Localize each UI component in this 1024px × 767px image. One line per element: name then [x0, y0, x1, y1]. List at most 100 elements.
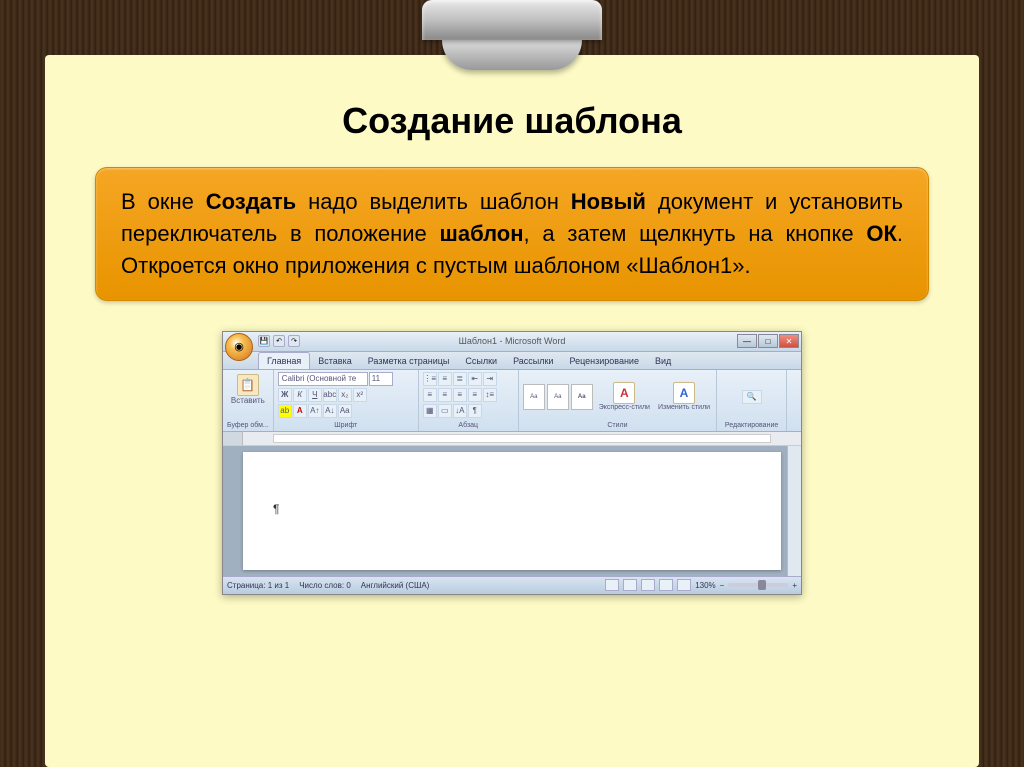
align-center-button[interactable]: ≡ — [438, 388, 452, 402]
shading-button[interactable]: ▦ — [423, 404, 437, 418]
tab-view[interactable]: Вид — [647, 353, 679, 369]
line-spacing-button[interactable]: ↕≡ — [483, 388, 497, 402]
status-page[interactable]: Страница: 1 из 1 — [227, 581, 289, 590]
window-controls: — □ ✕ — [737, 334, 799, 348]
tab-layout[interactable]: Разметка страницы — [360, 353, 458, 369]
indent-dec-button[interactable]: ⇤ — [468, 372, 482, 386]
shrink-font-button[interactable]: A↓ — [323, 404, 337, 418]
status-bar: Страница: 1 из 1 Число слов: 0 Английски… — [223, 576, 801, 594]
view-draft-button[interactable] — [677, 579, 691, 591]
font-color-button[interactable]: A — [293, 404, 307, 418]
tab-mailings[interactable]: Рассылки — [505, 353, 561, 369]
text-bold-ok: ОК — [866, 221, 897, 246]
view-print-layout-button[interactable] — [605, 579, 619, 591]
group-label-font: Шрифт — [278, 422, 414, 429]
paragraph-mark: ¶ — [273, 502, 279, 516]
slide-title: Создание шаблона — [95, 100, 929, 142]
vertical-scrollbar[interactable] — [787, 446, 801, 576]
find-button[interactable]: 🔍 — [742, 390, 762, 404]
slide-note: Создание шаблона В окне Создать надо выд… — [45, 55, 979, 767]
text-bold-create: Создать — [206, 189, 296, 214]
text-part: В окне — [121, 189, 206, 214]
font-size-combo[interactable]: 11 — [369, 372, 393, 386]
bold-button[interactable]: Ж — [278, 388, 292, 402]
align-left-button[interactable]: ≡ — [423, 388, 437, 402]
quick-styles-label: Экспресс-стили — [599, 404, 650, 411]
borders-button[interactable]: ▭ — [438, 404, 452, 418]
undo-icon[interactable]: ↶ — [273, 335, 285, 347]
office-icon: ◉ — [234, 340, 244, 353]
zoom-in-button[interactable]: + — [792, 581, 797, 590]
clipboard-clip-decoration — [422, 0, 602, 70]
change-styles-icon: A — [673, 382, 695, 404]
tab-review[interactable]: Рецензирование — [561, 353, 647, 369]
numbering-button[interactable]: ≡ — [438, 372, 452, 386]
close-button[interactable]: ✕ — [779, 334, 799, 348]
ribbon: 📋 Вставить Буфер обм... Calibri (Основно… — [223, 370, 801, 432]
text-bold-new: Новый — [571, 189, 646, 214]
italic-button[interactable]: К — [293, 388, 307, 402]
zoom-slider[interactable] — [728, 583, 788, 587]
group-clipboard: 📋 Вставить Буфер обм... — [223, 370, 274, 431]
text-bold-template: шаблон — [440, 221, 524, 246]
save-icon[interactable]: 💾 — [258, 335, 270, 347]
subscript-button[interactable]: x₂ — [338, 388, 352, 402]
tab-insert[interactable]: Вставка — [310, 353, 359, 369]
document-page[interactable]: ¶ — [243, 452, 781, 570]
status-words[interactable]: Число слов: 0 — [299, 581, 351, 590]
group-label-paragraph: Абзац — [423, 422, 514, 429]
sort-button[interactable]: ↓A — [453, 404, 467, 418]
quick-styles-icon: A — [613, 382, 635, 404]
horizontal-ruler[interactable] — [243, 432, 801, 445]
change-styles-button[interactable]: A Изменить стили — [656, 380, 712, 413]
group-label-styles: Стили — [523, 422, 712, 429]
style-normal[interactable]: Aa — [523, 384, 545, 410]
align-right-button[interactable]: ≡ — [453, 388, 467, 402]
status-language[interactable]: Английский (США) — [361, 581, 430, 590]
style-nospacing[interactable]: Aa — [547, 384, 569, 410]
paste-button[interactable]: 📋 Вставить — [227, 372, 269, 407]
strike-button[interactable]: abc — [323, 388, 337, 402]
instruction-textbox: В окне Создать надо выделить шаблон Новы… — [95, 167, 929, 301]
view-web-button[interactable] — [641, 579, 655, 591]
zoom-level[interactable]: 130% — [695, 581, 715, 590]
indent-inc-button[interactable]: ⇥ — [483, 372, 497, 386]
bullets-button[interactable]: ⋮≡ — [423, 372, 437, 386]
underline-button[interactable]: Ч — [308, 388, 322, 402]
text-part: надо выделить шаблон — [296, 189, 571, 214]
tab-home[interactable]: Главная — [258, 352, 310, 369]
group-styles: Aa Aa Aa A Экспресс-стили A Изменить сти… — [519, 370, 717, 431]
paste-icon: 📋 — [237, 374, 259, 396]
paste-label: Вставить — [231, 396, 265, 405]
view-outline-button[interactable] — [659, 579, 673, 591]
group-font: Calibri (Основной те 11 Ж К Ч abc x₂ x² … — [274, 370, 419, 431]
grow-font-button[interactable]: A↑ — [308, 404, 322, 418]
multilevel-button[interactable]: ≣ — [453, 372, 467, 386]
superscript-button[interactable]: x² — [353, 388, 367, 402]
word-app-window: ◉ 💾 ↶ ↷ Шаблон1 - Microsoft Word — □ ✕ Г… — [222, 331, 802, 595]
highlight-button[interactable]: ab — [278, 404, 292, 418]
minimize-button[interactable]: — — [737, 334, 757, 348]
zoom-out-button[interactable]: − — [720, 581, 725, 590]
pilcrow-button[interactable]: ¶ — [468, 404, 482, 418]
quick-styles-button[interactable]: A Экспресс-стили — [597, 380, 652, 413]
document-viewport: ¶ — [223, 446, 801, 576]
group-editing: 🔍 Редактирование — [717, 370, 787, 431]
justify-button[interactable]: ≡ — [468, 388, 482, 402]
tab-references[interactable]: Ссылки — [457, 353, 505, 369]
group-paragraph: ⋮≡ ≡ ≣ ⇤ ⇥ ≡ ≡ ≡ ≡ ↕≡ ▦ — [419, 370, 519, 431]
group-label-editing: Редактирование — [721, 422, 782, 429]
ruler[interactable] — [223, 432, 801, 446]
ruler-corner — [223, 432, 243, 445]
text-part: , а затем щелкнуть на кнопке — [524, 221, 867, 246]
style-heading1[interactable]: Aa — [571, 384, 593, 410]
ribbon-tabs: Главная Вставка Разметка страницы Ссылки… — [223, 352, 801, 370]
maximize-button[interactable]: □ — [758, 334, 778, 348]
change-styles-label: Изменить стили — [658, 404, 710, 411]
font-name-combo[interactable]: Calibri (Основной те — [278, 372, 368, 386]
change-case-button[interactable]: Aa — [338, 404, 352, 418]
office-button[interactable]: ◉ — [225, 333, 253, 361]
view-fullscreen-button[interactable] — [623, 579, 637, 591]
redo-icon[interactable]: ↷ — [288, 335, 300, 347]
group-label-clipboard: Буфер обм... — [227, 422, 269, 429]
